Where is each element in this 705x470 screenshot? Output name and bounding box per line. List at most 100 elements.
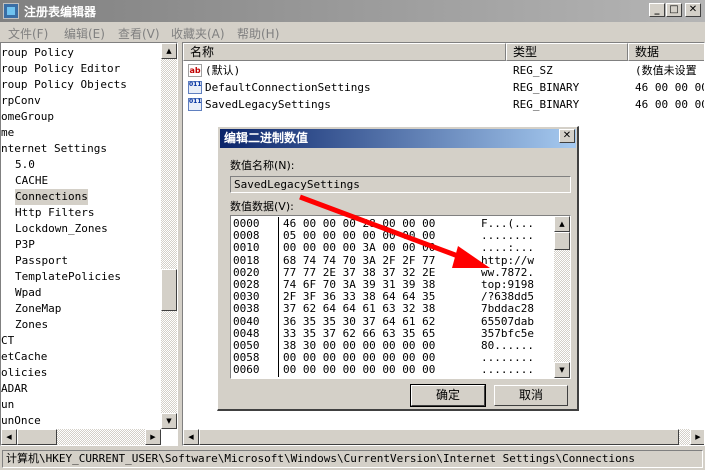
tree-item[interactable]: ZoneMap (15, 301, 61, 317)
tree-item[interactable]: Zones (15, 317, 48, 333)
column-header-type[interactable]: 类型 (506, 43, 628, 61)
tree-item[interactable]: 5.0 (15, 157, 35, 173)
scroll-right-icon[interactable]: ▶ (145, 429, 161, 445)
hex-offset: 0058 (233, 351, 260, 365)
scroll-left-icon[interactable]: ◀ (1, 429, 17, 445)
menu-favorites[interactable]: 收藏夹(A) (171, 25, 225, 42)
hex-scroll-thumb[interactable] (554, 232, 570, 250)
scroll-down-icon[interactable]: ▼ (161, 413, 177, 429)
tree-item[interactable]: ADAR (1, 381, 28, 397)
hex-bytes: 38 30 00 00 00 00 00 00 (283, 339, 436, 352)
tree-scroll-thumb[interactable] (161, 269, 177, 311)
hex-editor[interactable]: 0000 46 00 00 00 28 00 00 00 F...(... 0008 0… (230, 215, 571, 379)
tree-item[interactable]: un (1, 397, 14, 413)
value-type-cell: REG_SZ (513, 64, 553, 77)
hex-vertical-scrollbar[interactable]: ▲ ▼ (554, 216, 570, 378)
column-header-name[interactable]: 名称 (183, 43, 506, 61)
tree-item[interactable]: rpConv (1, 93, 41, 109)
tree-item[interactable]: me (1, 125, 14, 141)
hex-row[interactable]: 0010 00 00 00 00 3A 00 00 00....:... (233, 242, 553, 254)
tree-item[interactable]: omeGroup (1, 109, 54, 125)
hex-bytes: 46 00 00 00 28 00 00 00 (283, 217, 436, 230)
tree-item[interactable]: unOnce (1, 413, 41, 429)
tree-vertical-scrollbar[interactable]: ▲ ▼ (161, 43, 177, 429)
tree-item[interactable]: P3P (15, 237, 35, 253)
maximize-button[interactable]: □ (666, 3, 682, 17)
menu-help[interactable]: 帮助(H) (237, 25, 279, 42)
regedit-app-icon (3, 3, 19, 19)
scroll-left-icon[interactable]: ◀ (183, 429, 199, 445)
scroll-right-icon[interactable]: ▶ (690, 429, 704, 445)
menu-file[interactable]: 文件(F) (8, 25, 48, 42)
dialog-title[interactable]: 编辑二进制数值 (220, 129, 576, 148)
scroll-up-icon[interactable]: ▲ (161, 43, 177, 59)
value-name-cell: SavedLegacySettings (205, 98, 331, 111)
value-row[interactable]: 011 SavedLegacySettings REG_BINARY 46 00 00… (183, 96, 704, 113)
hex-row[interactable]: 0030 2F 3F 36 33 38 64 64 35 /?638dd5 (233, 291, 553, 303)
hex-row[interactable]: 0008 05 00 00 00 00 00 00 00........ (233, 230, 553, 242)
window-titlebar[interactable]: 注册表编辑器 _ □ ✕ (0, 0, 705, 22)
tree-item[interactable]: etCache (1, 349, 47, 365)
value-name-label: 数值名称(N): (230, 159, 295, 172)
tree-item[interactable]: CT (1, 333, 14, 349)
hex-offset: 0020 (233, 265, 260, 279)
hex-row[interactable]: 0028 74 6F 70 3A 39 31 39 38 top:9198 (233, 279, 553, 291)
cancel-button[interactable]: 取消 (494, 385, 568, 406)
hex-row[interactable]: 0060 00 00 00 00 00 00 00 00........ (233, 364, 553, 376)
value-row[interactable]: 011 DefaultConnectionSettings REG_BINARY 46… (183, 79, 704, 96)
value-data-cell: 46 00 00 00 (635, 81, 705, 94)
tree-item[interactable]: Lockdown_Zones (15, 221, 108, 237)
column-header-data[interactable]: 数据 (628, 43, 704, 61)
hex-bytes: 00 00 00 00 00 00 00 00 (283, 351, 436, 365)
hex-offset: 0048 (233, 326, 260, 340)
list-horizontal-scrollbar[interactable]: ◀ ▶ (183, 429, 704, 445)
hex-row[interactable]: 0050 38 30 00 00 00 00 00 00 80...... (233, 340, 553, 352)
list-hscroll-thumb[interactable] (199, 429, 679, 445)
tree-item[interactable]: Wpad (15, 285, 42, 301)
key-tree-pane[interactable]: roup Policy roup Policy Editor roup Policy… (0, 42, 178, 446)
tree-item[interactable]: olicies (1, 365, 47, 381)
tree-item[interactable]: roup Policy Editor (1, 61, 120, 77)
tree-item[interactable]: Http Filters (15, 205, 94, 221)
hex-offset: 0028 (233, 278, 260, 291)
scroll-down-icon[interactable]: ▼ (554, 362, 570, 378)
hex-offset: 0030 (233, 290, 260, 304)
tree-horizontal-scrollbar[interactable]: ◀ ▶ (1, 429, 161, 445)
status-bar: 计算机\HKEY_CURRENT_USER\Software\Microsoft… (0, 448, 705, 470)
hex-offset: 0050 (233, 339, 260, 352)
hex-row[interactable]: 0038 37 62 64 64 61 63 32 38 7bddac28 (233, 303, 553, 315)
window-title: 注册表编辑器 (24, 5, 97, 19)
dialog-close-button[interactable]: ✕ (559, 129, 575, 143)
scroll-up-icon[interactable]: ▲ (554, 216, 570, 232)
hex-row[interactable]: 0040 36 35 35 30 37 64 61 62 65507dab (233, 315, 553, 328)
edit-binary-dialog[interactable]: 编辑二进制数值 ✕ 数值名称(N): SavedLegacySettings 数… (217, 126, 579, 411)
hex-offset: 0060 (233, 363, 260, 377)
close-button[interactable]: ✕ (685, 3, 701, 17)
tree-item[interactable]: Connections (15, 189, 88, 205)
minimize-button[interactable]: _ (649, 3, 665, 17)
status-key-path: 计算机\HKEY_CURRENT_USER\Software\Microsoft… (2, 450, 703, 468)
hex-bytes: 2F 3F 36 33 38 64 64 35 (283, 290, 436, 304)
hex-row[interactable]: 0048 33 35 37 62 66 63 35 65 357bfc5e (233, 326, 553, 340)
tree-item[interactable]: roup Policy Objects (1, 77, 127, 93)
hex-row[interactable]: 0058 00 00 00 00 00 00 00 00........ (233, 352, 553, 364)
hex-ascii: 7bddac28 (481, 303, 534, 316)
value-type-cell: REG_BINARY (513, 81, 580, 94)
ok-button[interactable]: 确定 (410, 384, 486, 407)
tree-item[interactable]: nternet Settings (1, 141, 107, 157)
hex-ascii: /?638dd5 (481, 291, 534, 304)
tree-item[interactable]: TemplatePolicies (15, 269, 121, 285)
menu-view[interactable]: 查看(V) (118, 25, 160, 42)
tree-item[interactable]: roup Policy (1, 45, 74, 61)
hex-ascii: ww.7872. (481, 266, 534, 279)
tree-item[interactable]: CACHE (15, 173, 48, 189)
menu-edit[interactable]: 编辑(E) (64, 25, 105, 42)
hex-bytes: 05 00 00 00 00 00 00 00 (283, 229, 436, 243)
tree-item[interactable]: Passport (15, 253, 68, 269)
value-name-cell: DefaultConnectionSettings (205, 81, 371, 94)
hex-row[interactable]: 0020 77 77 2E 37 38 37 32 2E ww.7872. (233, 265, 553, 279)
tree-hscroll-thumb[interactable] (17, 429, 57, 445)
hex-row[interactable]: 0018 68 74 74 70 3A 2F 2F 77 http://w (233, 254, 553, 267)
value-row[interactable]: ab (默认) REG_SZ (数值未设置 (183, 62, 697, 79)
hex-row[interactable]: 0000 46 00 00 00 28 00 00 00 F...(... (233, 218, 553, 230)
